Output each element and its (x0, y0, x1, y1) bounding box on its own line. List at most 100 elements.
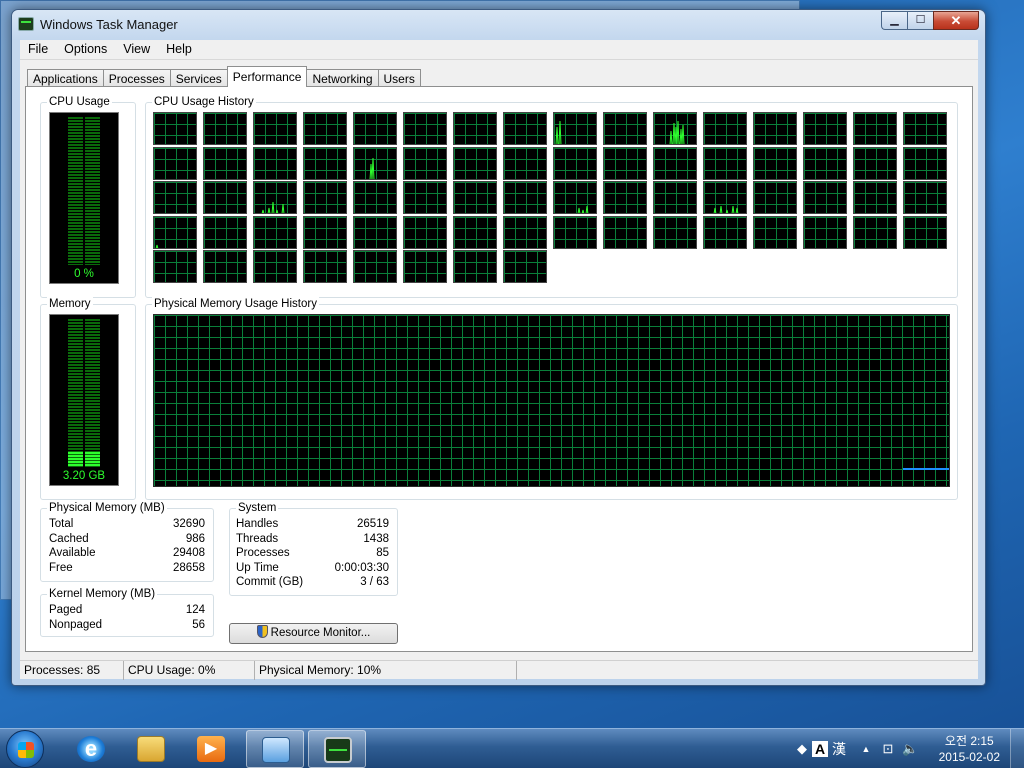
cpu-core-graph (403, 147, 447, 180)
cpu-core-graph (903, 181, 947, 214)
cpu-core-graph (653, 216, 697, 249)
menu-view[interactable]: View (115, 40, 158, 59)
cpu-core-graph (403, 112, 447, 145)
cpu-core-graph (153, 216, 197, 249)
cpu-core-graph (253, 250, 297, 283)
stat-value: 26519 (357, 518, 389, 530)
resource-monitor-button[interactable]: Resource Monitor... (229, 623, 398, 644)
cpu-core-usage-line (369, 157, 375, 179)
task-manager-icon (324, 737, 352, 763)
network-icon[interactable]: ⊡ (880, 741, 896, 757)
cpu-core-graph (503, 147, 547, 180)
cpu-core-usage-line (261, 201, 285, 213)
taskbar-file-explorer[interactable] (122, 730, 180, 768)
minimize-button[interactable]: ▁ (881, 11, 907, 30)
cpu-core-graph (553, 216, 597, 249)
cpu-core-graph (553, 147, 597, 180)
status-processes: Processes: 85 (20, 661, 124, 680)
stat-row-nonpaged: Nonpaged 56 (49, 618, 205, 633)
cpu-core-usage-line (577, 205, 589, 213)
cpu-core-graph (153, 147, 197, 180)
cpu-core-graph (353, 216, 397, 249)
cpu-core-graph (753, 147, 797, 180)
cpu-core-graph (853, 147, 897, 180)
cpu-core-graph (453, 216, 497, 249)
cpu-core-graph (253, 147, 297, 180)
tab-processes[interactable]: Processes (102, 69, 171, 87)
stat-row-uptime: Up Time 0:00:03:30 (236, 561, 389, 576)
physical-memory-label: Physical Memory (MB) (47, 501, 167, 515)
stat-value: 85 (376, 547, 389, 560)
stat-value: 3 / 63 (360, 576, 389, 589)
cpu-core-graph (703, 216, 747, 249)
cpu-core-graph (503, 216, 547, 249)
maximize-button[interactable]: ☐ (907, 11, 933, 30)
tab-applications[interactable]: Applications (27, 69, 104, 87)
stat-value: 0:00:03:30 (334, 561, 389, 574)
menu-help[interactable]: Help (158, 40, 200, 59)
stat-name: Up Time (236, 561, 279, 574)
stat-row-cached: Cached 986 (49, 532, 205, 547)
menu-options[interactable]: Options (56, 40, 115, 59)
cpu-core-graph (303, 147, 347, 180)
cpu-core-graph (353, 181, 397, 214)
memory-meter-fill (68, 452, 100, 467)
taskbar-internet-explorer[interactable]: e (62, 730, 120, 768)
taskbar-task-manager[interactable] (308, 730, 366, 768)
taskbar-media-player[interactable]: ▶ (182, 730, 240, 768)
stat-name: Paged (49, 604, 83, 616)
stat-name: Processes (236, 547, 290, 560)
cpu-core-graph (403, 250, 447, 283)
stat-value: 28658 (173, 561, 205, 574)
clock[interactable]: 오전 2:15 2015-02-02 (939, 733, 1000, 765)
menu-file[interactable]: File (20, 40, 56, 59)
cpu-core-graph (153, 181, 197, 214)
stat-value: 124 (185, 604, 205, 616)
cpu-core-graph (203, 181, 247, 214)
stat-row-processes: Processes 85 (236, 546, 389, 561)
client-area: Applications Processes Services Performa… (20, 60, 978, 680)
ime-mode-icon[interactable]: A (812, 741, 828, 757)
system-group: System Handles 26519 Threads 1438 Processe… (229, 501, 398, 596)
taskbar: e ▶ ◆ A 漢 ▲ ⊡ 🔈 오전 2:15 2015-02-02 (0, 728, 1024, 768)
cpu-core-graph (303, 112, 347, 145)
taskbar-remote-desktop[interactable] (246, 730, 304, 768)
close-button[interactable]: ✕ (933, 11, 979, 30)
stat-name: Total (49, 518, 74, 530)
tab-strip: Applications Processes Services Performa… (27, 66, 421, 87)
title-bar[interactable]: Windows Task Manager ▁ ☐ ✕ (12, 10, 985, 40)
tab-users[interactable]: Users (377, 69, 421, 87)
tab-services[interactable]: Services (169, 69, 228, 87)
status-memory: Physical Memory: 10% (255, 661, 517, 680)
stat-value: 32690 (173, 518, 205, 530)
stat-row-paged: Paged 124 (49, 603, 205, 618)
system-tray: ◆ A 漢 ▲ ⊡ 🔈 오전 2:15 2015-02-02 (784, 729, 1024, 768)
show-desktop-button[interactable] (1010, 729, 1024, 768)
memory-meter-bars (68, 319, 100, 467)
memory-history-group: Physical Memory Usage History (145, 297, 958, 500)
tab-performance[interactable]: Performance (226, 66, 308, 87)
memory-meter: 3.20 GB (49, 314, 119, 486)
cpu-core-graph (303, 216, 347, 249)
cpu-core-usage-line (555, 120, 562, 144)
cpu-usage-group: CPU Usage 0 % (40, 95, 136, 298)
start-button[interactable] (6, 730, 44, 768)
show-hidden-icons-icon[interactable]: ▲ (858, 741, 874, 757)
language-bar-icon[interactable]: ◆ (794, 741, 810, 757)
stat-row-threads: Threads 1438 (236, 532, 389, 547)
volume-icon[interactable]: 🔈 (902, 741, 918, 757)
cpu-core-graph (453, 147, 497, 180)
cpu-core-usage-line (155, 244, 159, 248)
ime-hanja-icon[interactable]: 漢 (831, 741, 847, 757)
cpu-core-graph (203, 112, 247, 145)
cpu-core-graph (803, 216, 847, 249)
cpu-history-graphs (153, 112, 953, 292)
system-label: System (236, 501, 279, 515)
cpu-core-graph (203, 216, 247, 249)
cpu-core-graph (203, 250, 247, 283)
cpu-core-graph (603, 147, 647, 180)
clock-date: 2015-02-02 (938, 750, 1000, 764)
tab-networking[interactable]: Networking (306, 69, 379, 87)
memory-history-label: Physical Memory Usage History (152, 297, 319, 311)
stat-name: Available (49, 547, 96, 560)
